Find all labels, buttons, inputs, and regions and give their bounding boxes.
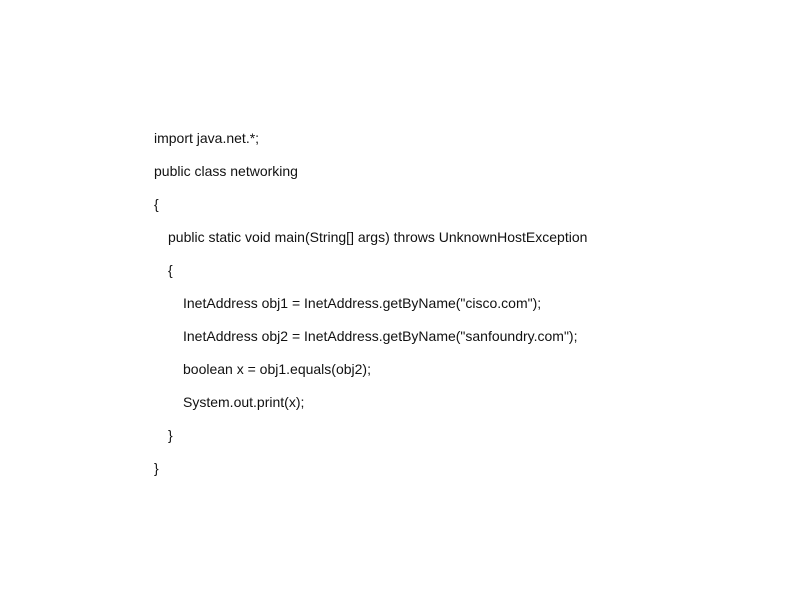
code-line-import: import java.net.*;	[154, 130, 260, 146]
code-line-obj2: InetAddress obj2 = InetAddress.getByName…	[183, 328, 578, 344]
code-line-obj1: InetAddress obj1 = InetAddress.getByName…	[183, 295, 542, 311]
code-line-main-close-brace: }	[168, 427, 173, 443]
document-page: import java.net.*; public class networki…	[0, 0, 792, 612]
code-line-class-declaration: public class networking	[154, 163, 298, 179]
code-line-class-close-brace: }	[154, 460, 159, 476]
code-line-main-open-brace: {	[168, 262, 173, 278]
code-line-print: System.out.print(x);	[183, 394, 305, 410]
code-line-class-open-brace: {	[154, 196, 159, 212]
code-line-main-declaration: public static void main(String[] args) t…	[168, 229, 588, 245]
code-line-equals: boolean x = obj1.equals(obj2);	[183, 361, 371, 377]
code-snippet: import java.net.*; public class networki…	[154, 128, 754, 491]
